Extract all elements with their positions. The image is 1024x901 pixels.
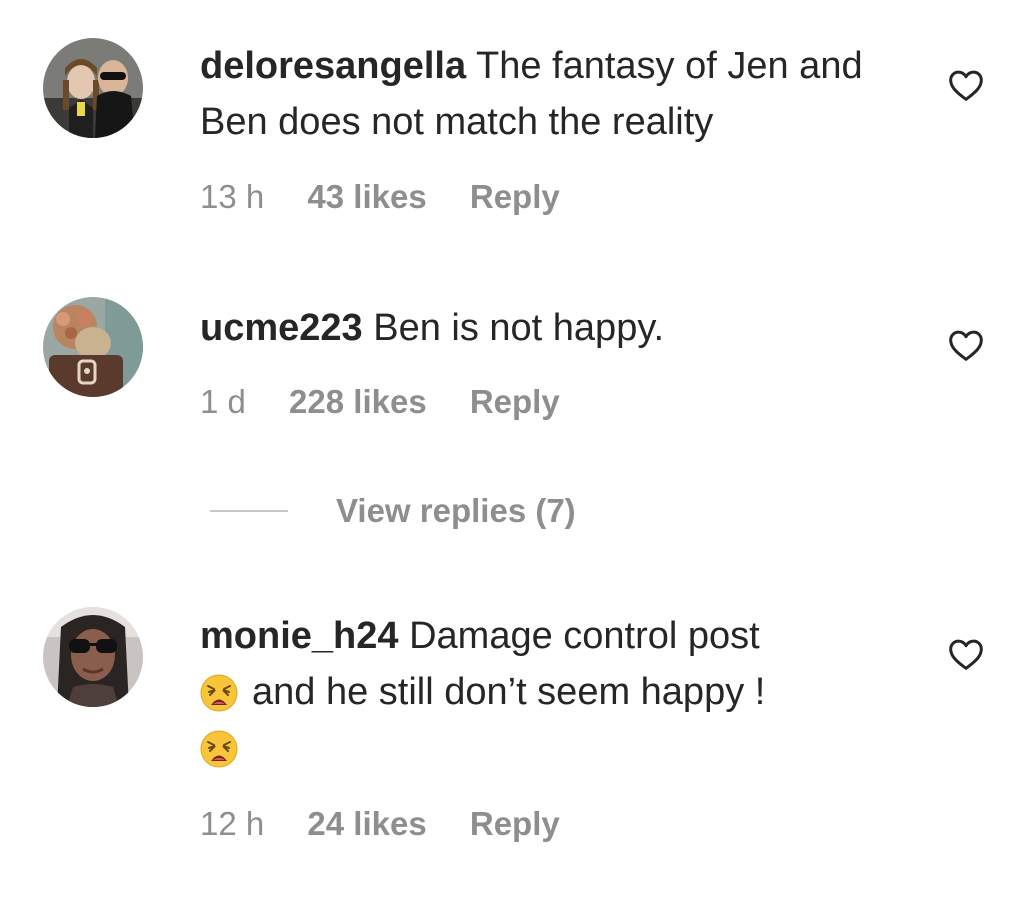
likes-count[interactable]: 43 likes [307,178,426,215]
divider-line [210,510,288,512]
avatar[interactable] [43,297,143,397]
comment-timestamp: 12 h [200,805,265,842]
comment-meta: 1 d 228 likes Reply [200,383,594,421]
comment-meta: 13 h 43 likes Reply [200,178,594,216]
comment-body: Ben is not happy. [373,307,665,349]
comment-meta: 12 h 24 likes Reply [200,805,594,843]
reply-button[interactable]: Reply [470,383,560,420]
comment-timestamp: 1 d [200,383,246,420]
comment-timestamp: 13 h [200,178,265,215]
view-replies-label: View replies (7) [336,492,576,529]
comment-text: deloresangella The fantasy of Jen and Be… [200,38,900,150]
weary-face-emoji-icon [200,730,238,768]
comment-username[interactable]: ucme223 [200,307,363,349]
reply-button[interactable]: Reply [470,178,560,215]
comment-text: monie_h24 Damage control post and he sti… [200,608,900,776]
heart-outline-icon[interactable] [946,325,986,365]
likes-count[interactable]: 24 likes [307,805,426,842]
heart-outline-icon[interactable] [946,65,986,105]
comment-body-part2: and he still don’t seem happy ! [252,671,766,713]
comment-body-part1: Damage control post [409,615,760,657]
weary-face-emoji-icon [200,674,238,712]
avatar[interactable] [43,38,143,138]
avatar[interactable] [43,607,143,707]
reply-button[interactable]: Reply [470,805,560,842]
view-replies-button[interactable]: View replies (7) [210,488,576,534]
comment-username[interactable]: monie_h24 [200,615,399,657]
likes-count[interactable]: 228 likes [289,383,427,420]
comment-username[interactable]: deloresangella [200,45,466,87]
heart-outline-icon[interactable] [946,634,986,674]
comment-text: ucme223 Ben is not happy. [200,300,900,356]
